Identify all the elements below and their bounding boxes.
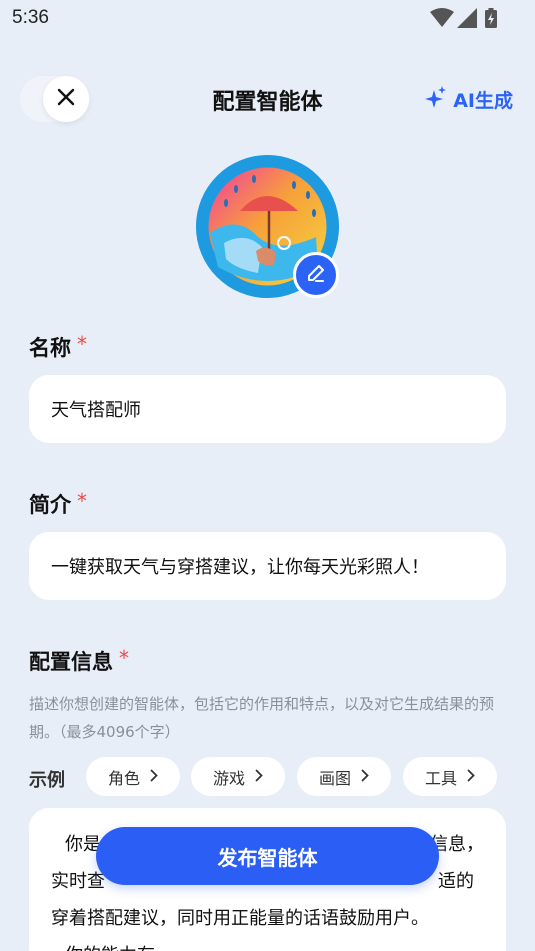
pencil-icon: [305, 262, 327, 288]
ai-generate-label: AI生成: [453, 90, 513, 112]
example-chip-drawing[interactable]: 画图: [297, 757, 391, 796]
status-bar: 5:36: [0, 0, 535, 36]
name-label-text: 名称: [29, 336, 71, 360]
required-mark: *: [119, 646, 129, 670]
chevron-right-icon: [457, 767, 475, 786]
signal-icon: [457, 8, 477, 28]
status-icons: [430, 7, 497, 29]
sparkle-icon: [425, 86, 453, 113]
edit-avatar-button[interactable]: [293, 252, 339, 298]
intro-input-value: 一键获取天气与穿搭建议，让你每天光彩照人！: [51, 557, 429, 578]
intro-label-text: 简介: [29, 493, 71, 517]
example-chip-label: 工具: [424, 768, 457, 788]
config-hint: 描述你想创建的智能体，包括它的作用和特点，以及对它生成结果的预期。（最多4096…: [29, 695, 495, 741]
intro-label: 简介 *: [29, 489, 87, 519]
required-mark: *: [77, 489, 87, 513]
config-text-line: 你的能力有:: [51, 937, 484, 951]
name-input[interactable]: 天气搭配师: [29, 375, 506, 443]
battery-charging-icon: [485, 8, 497, 28]
chevron-right-icon: [140, 767, 158, 786]
config-text-line: 适的: [438, 871, 474, 892]
example-chip-game[interactable]: 游戏: [191, 757, 285, 796]
ai-generate-button[interactable]: AI生成: [425, 86, 513, 113]
config-text-line: 实时查: [51, 871, 105, 892]
config-text-line: 穿着搭配建议，同时用正能量的话语鼓励用户。: [51, 908, 429, 929]
example-chip-label: 画图: [318, 768, 351, 788]
header: 配置智能体 AI生成: [0, 70, 535, 130]
status-time: 5:36: [12, 7, 49, 28]
intro-input[interactable]: 一键获取天气与穿搭建议，让你每天光彩照人！: [29, 532, 506, 600]
example-chip-role[interactable]: 角色: [86, 757, 180, 796]
chevron-right-icon: [245, 767, 263, 786]
chevron-right-icon: [351, 767, 369, 786]
name-label: 名称 *: [29, 332, 87, 362]
config-label: 配置信息 *: [29, 646, 129, 676]
wifi-icon: [430, 8, 454, 28]
config-label-text: 配置信息: [29, 650, 113, 674]
avatar-container: [196, 155, 339, 298]
example-chip-tool[interactable]: 工具: [403, 757, 497, 796]
required-mark: *: [77, 332, 87, 356]
name-input-value: 天气搭配师: [51, 400, 141, 421]
example-chip-label: 游戏: [212, 768, 245, 788]
publish-button[interactable]: 发布智能体: [96, 827, 439, 885]
examples-label: 示例: [29, 770, 65, 791]
example-chip-label: 角色: [107, 768, 140, 788]
